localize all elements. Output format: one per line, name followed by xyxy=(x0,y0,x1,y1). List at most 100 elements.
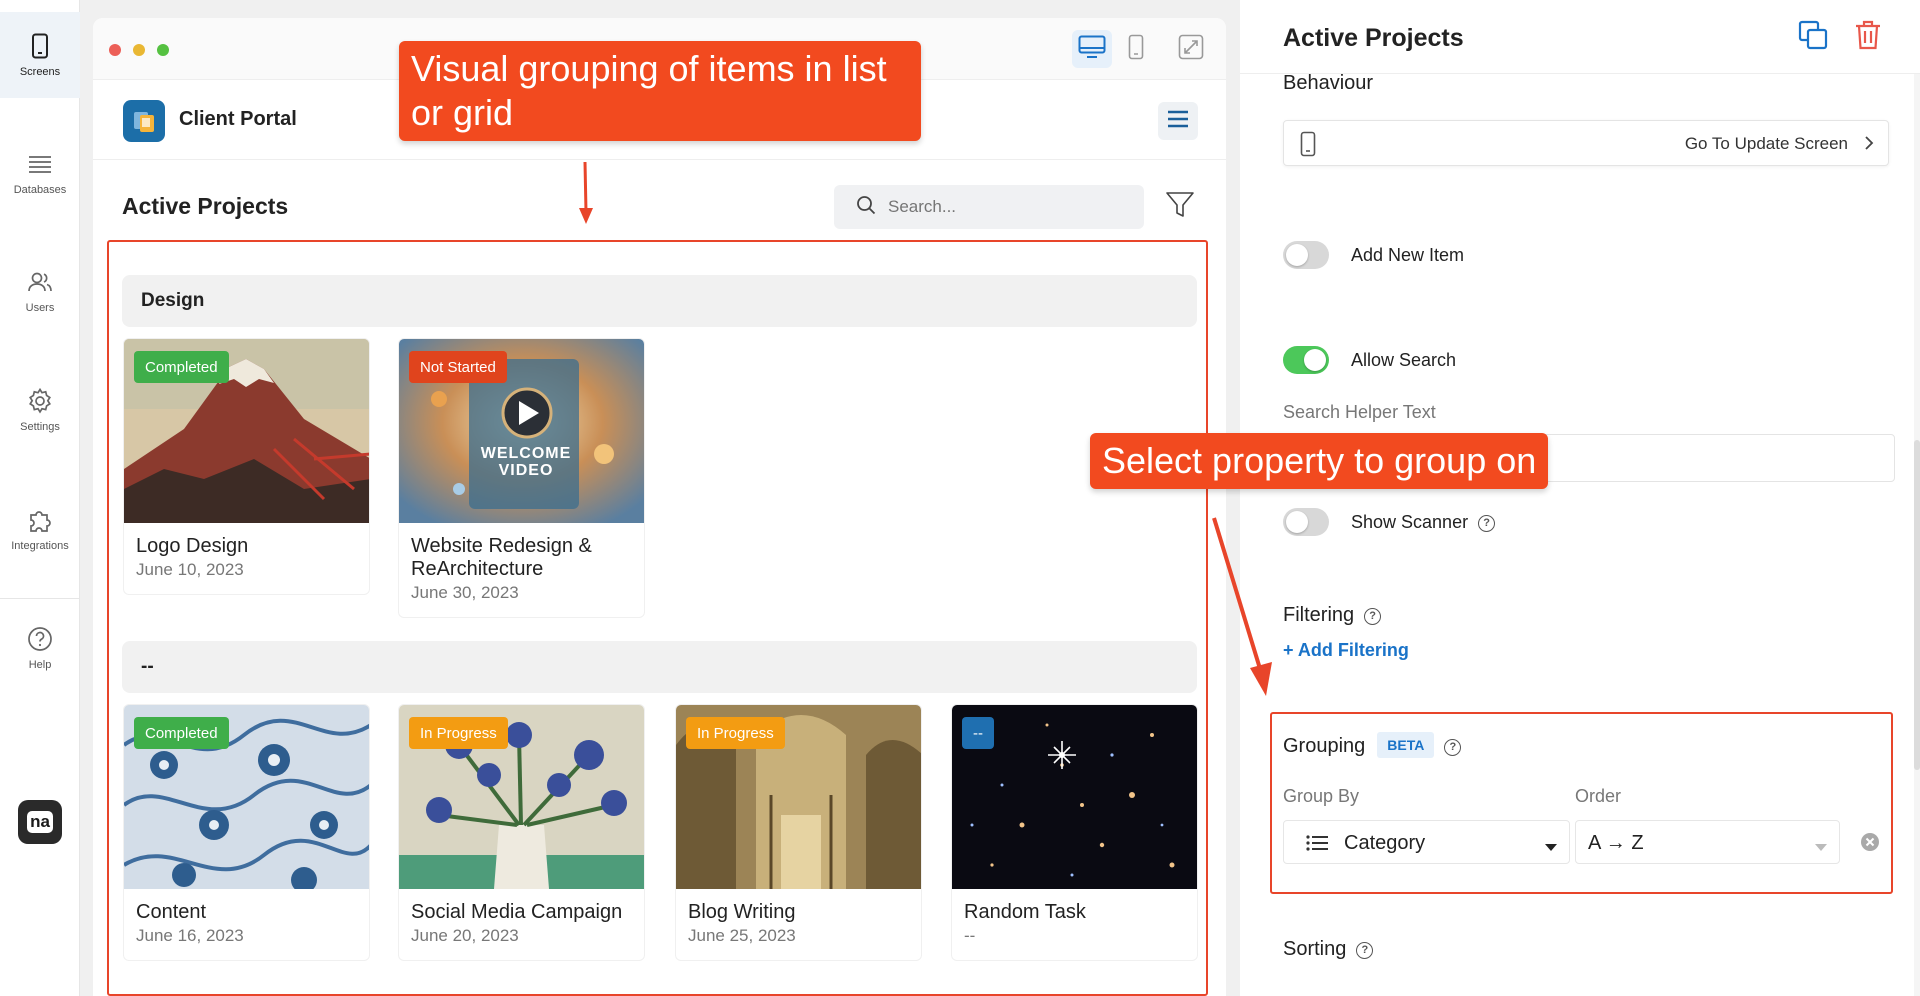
panel-scrollbar-thumb[interactable] xyxy=(1914,440,1920,770)
card-date: June 30, 2023 xyxy=(411,583,519,602)
project-card[interactable]: In Progress Blog Writing June 25, 2023 xyxy=(675,704,922,961)
grouping-label: Grouping xyxy=(1283,735,1366,757)
card-image-floral: Completed xyxy=(124,705,369,889)
welcome-video-text: WELCOME VIDEO xyxy=(480,445,572,479)
card-title: Random Task xyxy=(964,901,1086,923)
nav-item-users[interactable]: Users xyxy=(0,248,80,334)
sorting-label: Sorting xyxy=(1283,938,1347,960)
nav-item-databases[interactable]: Databases xyxy=(0,130,80,216)
delete-button[interactable] xyxy=(1851,20,1885,54)
window-close-dot[interactable] xyxy=(109,44,121,56)
project-card[interactable]: In Progress Social Media Campaign June 2… xyxy=(398,704,645,961)
group-by-value: Category xyxy=(1344,832,1426,854)
status-badge: Completed xyxy=(134,351,229,383)
expand-icon xyxy=(1178,34,1204,65)
group-header-uncategorized: -- xyxy=(122,641,1197,693)
nav-item-screens[interactable]: Screens xyxy=(0,12,80,98)
show-scanner-row: Show Scanner? xyxy=(1351,512,1496,533)
card-date: June 20, 2023 xyxy=(411,926,519,945)
help-icon[interactable]: ? xyxy=(1356,941,1374,959)
nav-item-settings[interactable]: Settings xyxy=(0,367,80,453)
help-icon[interactable]: ? xyxy=(1478,514,1496,532)
add-new-item-toggle[interactable] xyxy=(1283,241,1329,269)
show-scanner-toggle[interactable] xyxy=(1283,508,1329,536)
mobile-view-button[interactable] xyxy=(1116,30,1156,68)
card-title: Logo Design xyxy=(136,535,249,557)
project-card[interactable]: Completed Content June 16, 2023 xyxy=(123,704,370,961)
window-maximize-dot[interactable] xyxy=(157,44,169,56)
fullscreen-button[interactable] xyxy=(1171,30,1211,68)
card-image-irises: In Progress xyxy=(399,705,644,889)
mobile-icon xyxy=(1128,34,1144,65)
group-by-select[interactable]: Category xyxy=(1283,820,1570,864)
brand-logo-text: na xyxy=(27,811,53,833)
card-title: Website Redesign & ReArchitecture xyxy=(411,535,592,580)
left-nav: Screens Databases Users Settings Integra… xyxy=(0,0,80,996)
search-input[interactable] xyxy=(888,197,1128,217)
behaviour-value: Go To Update Screen xyxy=(1684,134,1848,153)
card-date: June 10, 2023 xyxy=(136,560,244,579)
duplicate-button[interactable] xyxy=(1796,20,1830,54)
search-field[interactable] xyxy=(834,185,1144,229)
page-title: Active Projects xyxy=(122,193,289,219)
puzzle-icon xyxy=(26,506,54,534)
properties-panel: Active Projects Behaviour Go To Update S… xyxy=(1240,0,1920,996)
group-header-design: Design xyxy=(122,275,1197,327)
card-title: Social Media Campaign xyxy=(411,901,623,923)
list-icon xyxy=(26,150,54,178)
status-badge: Completed xyxy=(134,717,229,749)
brand-logo[interactable]: na xyxy=(18,800,62,844)
filtering-row: Filtering? xyxy=(1283,604,1382,627)
behaviour-select[interactable]: Go To Update Screen xyxy=(1283,120,1889,166)
sorting-row: Sorting? xyxy=(1283,938,1374,961)
gear-icon xyxy=(26,387,54,415)
status-badge: -- xyxy=(962,717,994,749)
order-label: Order xyxy=(1575,786,1622,806)
help-icon[interactable]: ? xyxy=(1364,607,1382,625)
nav-item-integrations[interactable]: Integrations xyxy=(0,486,80,572)
callout-group-property: Select property to group on xyxy=(1090,433,1549,489)
card-date: -- xyxy=(964,926,976,945)
copy-icon xyxy=(1798,20,1828,55)
project-card[interactable]: -- Random Task -- xyxy=(951,704,1198,961)
beta-badge: BETA xyxy=(1377,732,1435,758)
nav-label: Databases xyxy=(13,184,67,196)
nav-label: Users xyxy=(25,302,55,314)
phone-icon xyxy=(26,32,54,60)
callout-grouping: Visual grouping of items in list or grid xyxy=(399,41,921,141)
card-date: June 16, 2023 xyxy=(136,926,244,945)
add-filtering-link[interactable]: + Add Filtering xyxy=(1283,640,1409,661)
status-badge: In Progress xyxy=(409,717,508,749)
caret-down-icon xyxy=(1815,839,1827,857)
filtering-label: Filtering xyxy=(1283,604,1355,626)
users-icon xyxy=(26,268,54,296)
search-icon xyxy=(856,195,876,220)
search-helper-label: Search Helper Text xyxy=(1283,402,1436,422)
window-minimize-dot[interactable] xyxy=(133,44,145,56)
group-by-label: Group By xyxy=(1283,786,1360,806)
nav-item-help[interactable]: Help xyxy=(0,605,80,691)
allow-search-label: Allow Search xyxy=(1351,350,1457,370)
card-image-video: WELCOME VIDEO Not Started xyxy=(399,339,644,523)
menu-button[interactable] xyxy=(1158,102,1198,140)
app-name: Client Portal xyxy=(179,108,297,130)
card-title: Content xyxy=(136,901,207,923)
project-card[interactable]: WELCOME VIDEO Not Started Website Redesi… xyxy=(398,338,645,618)
filter-button[interactable] xyxy=(1163,190,1197,224)
clear-grouping-icon[interactable] xyxy=(1860,832,1880,857)
add-new-item-label: Add New Item xyxy=(1351,245,1465,265)
card-image-cathedral: In Progress xyxy=(676,705,921,889)
help-icon[interactable]: ? xyxy=(1444,738,1462,756)
order-select[interactable]: A → Z xyxy=(1575,820,1840,864)
nav-label: Integrations xyxy=(11,540,69,552)
help-icon xyxy=(26,625,54,653)
status-badge: Not Started xyxy=(409,351,507,383)
app-logo xyxy=(123,100,165,142)
list-icon xyxy=(1306,835,1328,856)
phone-icon xyxy=(1300,131,1316,162)
desktop-icon xyxy=(1078,35,1106,64)
desktop-view-button[interactable] xyxy=(1072,30,1112,68)
nav-label: Help xyxy=(28,659,52,671)
allow-search-toggle[interactable] xyxy=(1283,346,1329,374)
project-card[interactable]: Completed Logo Design June 10, 2023 xyxy=(123,338,370,595)
